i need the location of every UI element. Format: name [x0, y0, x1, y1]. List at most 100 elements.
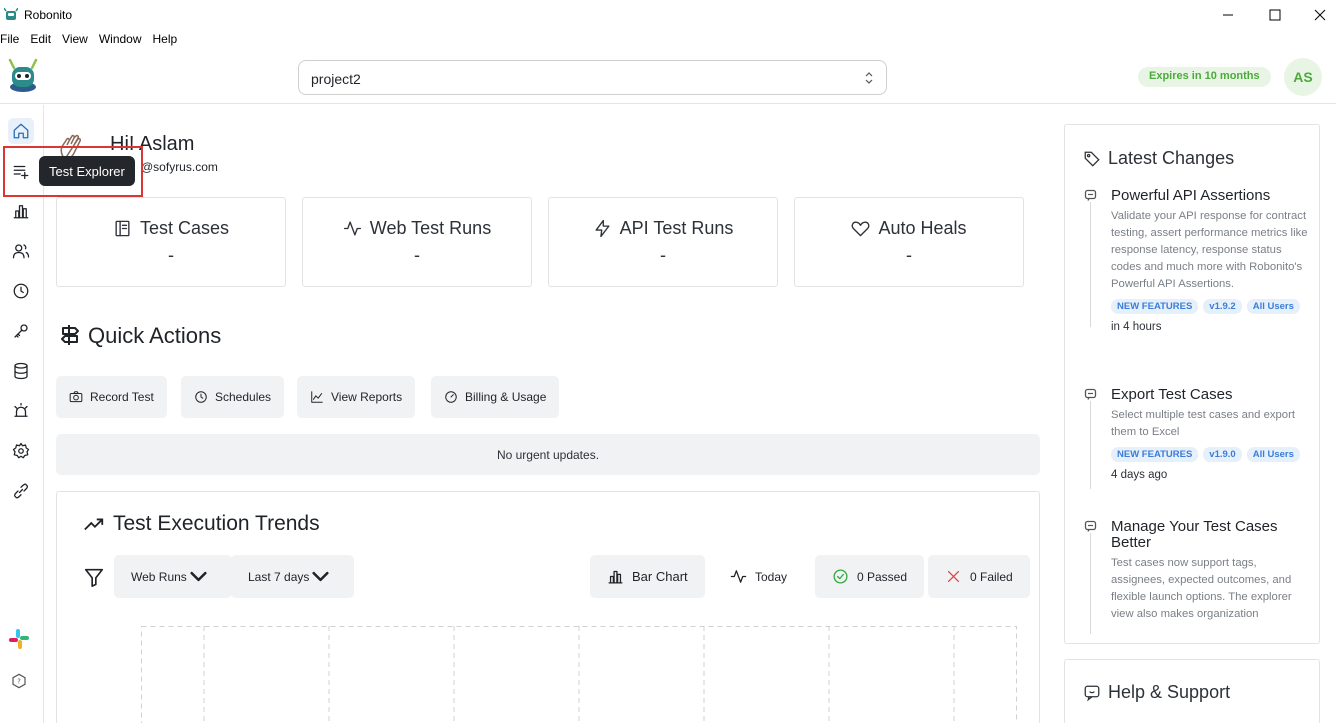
tag-icon	[1084, 151, 1100, 167]
robonito-app-icon	[4, 8, 18, 20]
gauge-icon	[445, 391, 457, 403]
stat-card-web-test-runs[interactable]: Web Test Runs -	[302, 197, 532, 287]
message-icon	[1084, 388, 1097, 400]
clock-icon	[13, 283, 29, 299]
project-select[interactable]: project2	[298, 60, 887, 95]
database-icon	[14, 362, 28, 380]
menu-help[interactable]: Help	[153, 32, 178, 48]
close-button[interactable]	[1310, 5, 1330, 25]
today-indicator[interactable]: Today	[713, 555, 804, 598]
maximize-icon	[1269, 9, 1281, 21]
trends-title: Test Execution Trends	[113, 512, 320, 535]
view-reports-button[interactable]: View Reports	[297, 376, 416, 418]
help-support-panel: Help & Support	[1064, 659, 1320, 723]
test-execution-trends-panel: Test Execution Trends Web Runs Last 7 da…	[56, 491, 1040, 723]
menu-view[interactable]: View	[62, 32, 88, 48]
passed-filter[interactable]: 0 Passed	[815, 555, 925, 598]
message-icon	[1084, 189, 1097, 201]
stat-value: -	[906, 245, 912, 265]
help-circle-icon[interactable]: ?	[11, 673, 27, 689]
sidebar-item-keys[interactable]	[8, 318, 34, 344]
schedules-button[interactable]: Schedules	[181, 376, 285, 418]
window-title: Robonito	[24, 8, 73, 22]
billing-usage-button[interactable]: Billing & Usage	[431, 376, 560, 418]
check-circle-icon	[833, 569, 848, 584]
chevron-down-icon	[190, 571, 207, 582]
trending-up-icon	[84, 518, 104, 531]
x-icon	[947, 570, 960, 583]
sidebar-item-home[interactable]	[8, 118, 34, 144]
change-item[interactable]: Manage Your Test Cases Better Test cases…	[1111, 519, 1311, 623]
gear-icon	[12, 442, 30, 459]
minimize-button[interactable]	[1218, 5, 1238, 25]
key-icon	[14, 324, 28, 338]
document-icon	[115, 220, 130, 237]
stat-value: -	[168, 245, 174, 265]
sidebar: ?	[0, 105, 44, 723]
latest-changes-panel: Latest Changes Powerful API Assertions V…	[1064, 124, 1320, 644]
bar-chart-toggle[interactable]: Bar Chart	[590, 555, 705, 598]
timeline-dot	[1084, 388, 1097, 401]
menu-bar: File Edit View Window Help	[0, 32, 188, 48]
signpost-icon	[61, 325, 79, 345]
stat-card-test-cases[interactable]: Test Cases -	[56, 197, 286, 287]
badge-version: v1.9.2	[1203, 299, 1242, 314]
record-test-button[interactable]: Record Test	[56, 376, 167, 418]
activity-icon	[730, 570, 747, 583]
minimize-icon	[1223, 14, 1233, 16]
badge-new-features: NEW FEATURES	[1111, 299, 1199, 314]
chart-line-icon	[311, 391, 323, 403]
subscription-badge: Expires in 10 months	[1138, 67, 1271, 87]
stat-card-auto-heals[interactable]: Auto Heals -	[794, 197, 1024, 287]
change-item[interactable]: Export Test Cases Select multiple test c…	[1111, 387, 1311, 481]
close-icon	[1314, 9, 1326, 21]
message-icon	[1084, 520, 1097, 532]
robonito-logo[interactable]	[6, 58, 40, 94]
failed-filter[interactable]: 0 Failed	[928, 555, 1030, 598]
trends-chart-grid	[141, 626, 1017, 723]
badge-audience: All Users	[1246, 447, 1300, 462]
filter-icon[interactable]	[83, 566, 105, 588]
stat-label: Auto Heals	[878, 218, 967, 238]
date-range-dropdown[interactable]: Last 7 days	[231, 555, 355, 598]
user-avatar[interactable]: AS	[1284, 58, 1322, 96]
chevron-up-down-icon	[865, 72, 873, 84]
menu-window[interactable]: Window	[99, 32, 142, 48]
menu-edit[interactable]: Edit	[30, 32, 51, 48]
menu-file[interactable]: File	[0, 32, 19, 48]
timeline-line	[1090, 397, 1091, 489]
sidebar-item-integrations[interactable]	[8, 478, 34, 504]
chevron-down-icon	[312, 571, 329, 582]
sidebar-item-users[interactable]	[8, 238, 34, 264]
stat-card-api-test-runs[interactable]: API Test Runs -	[548, 197, 778, 287]
maximize-button[interactable]	[1265, 5, 1285, 25]
bar-chart-icon	[13, 205, 29, 219]
home-icon	[13, 123, 29, 139]
slack-icon[interactable]	[7, 627, 31, 651]
camera-icon	[69, 391, 83, 403]
sidebar-item-alerts[interactable]	[8, 398, 34, 424]
stat-label: Test Cases	[139, 218, 230, 238]
clock-icon	[195, 391, 207, 403]
timeline-dot	[1084, 520, 1097, 533]
heart-icon	[852, 221, 870, 237]
latest-changes-title: Latest Changes	[1108, 148, 1235, 168]
link-icon	[13, 483, 29, 499]
chat-smile-icon	[1084, 685, 1100, 701]
badge-audience: All Users	[1246, 299, 1300, 314]
sidebar-item-settings[interactable]	[8, 438, 34, 464]
timeline-line	[1090, 529, 1091, 634]
alarm-icon	[14, 402, 28, 417]
user-email: @sofyrus.com	[141, 160, 218, 174]
bolt-icon	[595, 219, 610, 238]
sidebar-item-history[interactable]	[8, 278, 34, 304]
badge-new-features: NEW FEATURES	[1111, 447, 1199, 462]
app-header: project2 Expires in 10 months AS	[0, 55, 1336, 104]
svg-text:?: ?	[17, 678, 21, 686]
timeline-line	[1090, 197, 1091, 327]
sidebar-item-database[interactable]	[8, 358, 34, 384]
change-item[interactable]: Powerful API Assertions Validate your AP…	[1111, 188, 1311, 333]
sidebar-tooltip: Test Explorer	[39, 156, 135, 186]
run-type-dropdown[interactable]: Web Runs	[114, 555, 232, 598]
sidebar-item-reports[interactable]	[8, 198, 34, 224]
